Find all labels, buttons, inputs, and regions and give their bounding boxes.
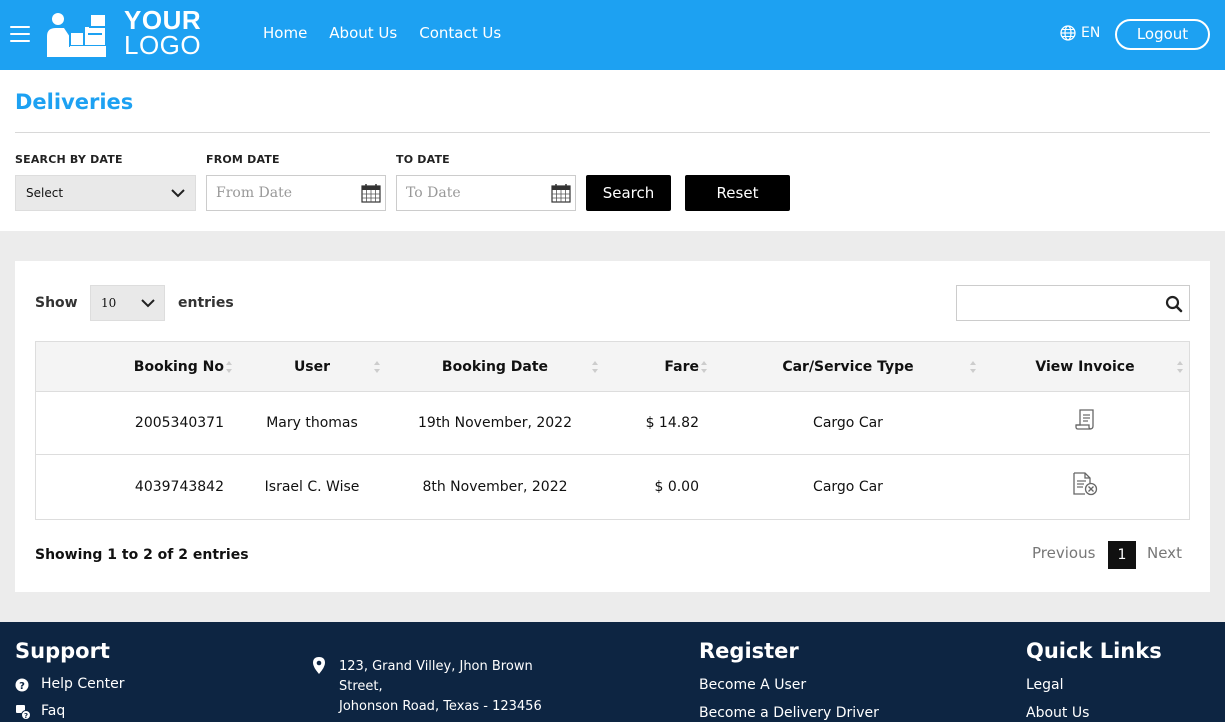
become-user-link[interactable]: Become A User	[699, 677, 806, 693]
col-booking-no[interactable]: Booking No	[36, 342, 224, 391]
show-label: Show	[35, 295, 78, 311]
logo-line-2: LOGO	[124, 30, 202, 60]
footer: Support ? Help Center ? Faq 123, Grand V…	[0, 622, 1225, 722]
svg-text:?: ?	[24, 712, 28, 720]
booking-no-cell: 4039743842	[134, 479, 224, 495]
sort-icon[interactable]	[373, 360, 381, 374]
legal-link[interactable]: Legal	[1026, 677, 1064, 693]
entries-per-page-value: 10	[101, 296, 117, 310]
to-date-placeholder: To Date	[406, 185, 461, 201]
logo-mark-icon[interactable]	[44, 10, 112, 58]
address-line: Johonson Road, Texas - 123456	[339, 699, 542, 714]
top-header: YOUR LOGO Home About Us Contact Us EN Lo…	[0, 0, 1225, 70]
filter-section: Deliveries SEARCH BY DATE FROM DATE TO D…	[0, 70, 1225, 231]
col-user[interactable]: User	[242, 342, 382, 391]
fare-cell: $ 0.00	[654, 479, 699, 495]
to-date-label: TO DATE	[396, 153, 450, 166]
reset-button[interactable]: Reset	[685, 175, 790, 211]
invoice-cancelled-icon[interactable]	[1071, 471, 1099, 497]
language-selector[interactable]: EN	[1060, 25, 1100, 41]
faq-icon: ?	[16, 705, 31, 720]
date-cell: 8th November, 2022	[422, 479, 568, 495]
service-type-cell: Cargo Car	[813, 479, 883, 495]
svg-text:?: ?	[19, 681, 25, 692]
col-booking-date[interactable]: Booking Date	[406, 342, 584, 391]
from-date-input[interactable]: From Date	[206, 175, 386, 211]
table-summary: Showing 1 to 2 of 2 entries	[35, 547, 249, 563]
chevron-down-icon	[171, 189, 185, 198]
entries-label: entries	[178, 295, 234, 311]
nav-home-link[interactable]: Home	[263, 24, 307, 42]
booking-no-cell: 2005340371	[134, 415, 224, 431]
nav-contact-link[interactable]: Contact Us	[419, 24, 501, 42]
address-line: Street,	[339, 679, 383, 694]
search-by-date-value: Select	[26, 186, 64, 200]
become-driver-link[interactable]: Become a Delivery Driver	[699, 705, 879, 721]
register-heading: Register	[699, 639, 799, 663]
quick-links-heading: Quick Links	[1026, 639, 1162, 663]
search-by-date-label: SEARCH BY DATE	[15, 153, 123, 166]
sort-icon[interactable]	[591, 360, 599, 374]
user-cell: Israel C. Wise	[264, 479, 360, 495]
view-invoice-cell	[996, 392, 1174, 454]
col-fare[interactable]: Fare	[616, 342, 699, 391]
support-heading: Support	[15, 639, 110, 663]
search-icon[interactable]	[1165, 295, 1183, 313]
from-date-placeholder: From Date	[216, 185, 293, 201]
deliveries-card: Show 10 entries Booking No User Booking …	[15, 261, 1210, 592]
service-type-cell: Cargo Car	[813, 415, 883, 431]
chevron-down-icon	[141, 299, 155, 308]
address-line: 123, Grand Villey, Jhon Brown	[339, 659, 533, 674]
fare-cell: $ 14.82	[645, 415, 699, 431]
page-1-button[interactable]: 1	[1108, 541, 1136, 569]
faq-link[interactable]: Faq	[41, 703, 65, 719]
next-page-button[interactable]: Next	[1147, 544, 1182, 562]
col-view-invoice[interactable]: View Invoice	[996, 342, 1174, 391]
entries-per-page-select[interactable]: 10	[90, 285, 165, 321]
about-us-footer-link[interactable]: About Us	[1026, 705, 1089, 721]
help-center-link[interactable]: Help Center	[41, 676, 125, 692]
to-date-input[interactable]: To Date	[396, 175, 576, 211]
sort-icon[interactable]	[1176, 360, 1184, 374]
col-service-type[interactable]: Car/Service Type	[736, 342, 960, 391]
receipt-icon[interactable]	[1074, 408, 1096, 432]
footer-address: 123, Grand Villey, Jhon Brown Street, Jo…	[339, 657, 554, 717]
previous-page-button[interactable]: Previous	[1032, 544, 1095, 562]
deliveries-table: Booking No User Booking Date Fare Car/Se…	[35, 341, 1190, 520]
sort-icon[interactable]	[225, 360, 233, 374]
sort-icon[interactable]	[700, 360, 708, 374]
search-by-date-select[interactable]: Select	[15, 175, 196, 211]
search-button[interactable]: Search	[586, 175, 671, 211]
language-label: EN	[1081, 25, 1101, 41]
globe-icon	[1060, 25, 1076, 41]
table-search-input[interactable]	[956, 285, 1190, 321]
table-row: 4039743842 Israel C. Wise 8th November, …	[36, 455, 1189, 519]
table-row: 2005340371 Mary thomas 19th November, 20…	[36, 392, 1189, 455]
logo-text[interactable]: YOUR LOGO	[124, 7, 202, 60]
map-pin-icon	[313, 657, 325, 674]
table-header: Booking No User Booking Date Fare Car/Se…	[36, 342, 1189, 392]
page-title: Deliveries	[15, 90, 134, 114]
help-circle-icon: ?	[15, 678, 29, 692]
date-cell: 19th November, 2022	[418, 415, 572, 431]
nav-about-link[interactable]: About Us	[329, 24, 397, 42]
sort-icon[interactable]	[969, 360, 977, 374]
calendar-icon[interactable]	[551, 184, 571, 203]
user-cell: Mary thomas	[266, 415, 358, 431]
from-date-label: FROM DATE	[206, 153, 280, 166]
main-nav: Home About Us Contact Us	[263, 24, 501, 42]
logout-button[interactable]: Logout	[1115, 19, 1210, 50]
calendar-icon[interactable]	[361, 184, 381, 203]
view-invoice-cell	[996, 455, 1174, 519]
hamburger-menu-icon[interactable]	[10, 26, 30, 42]
title-divider	[15, 132, 1210, 133]
